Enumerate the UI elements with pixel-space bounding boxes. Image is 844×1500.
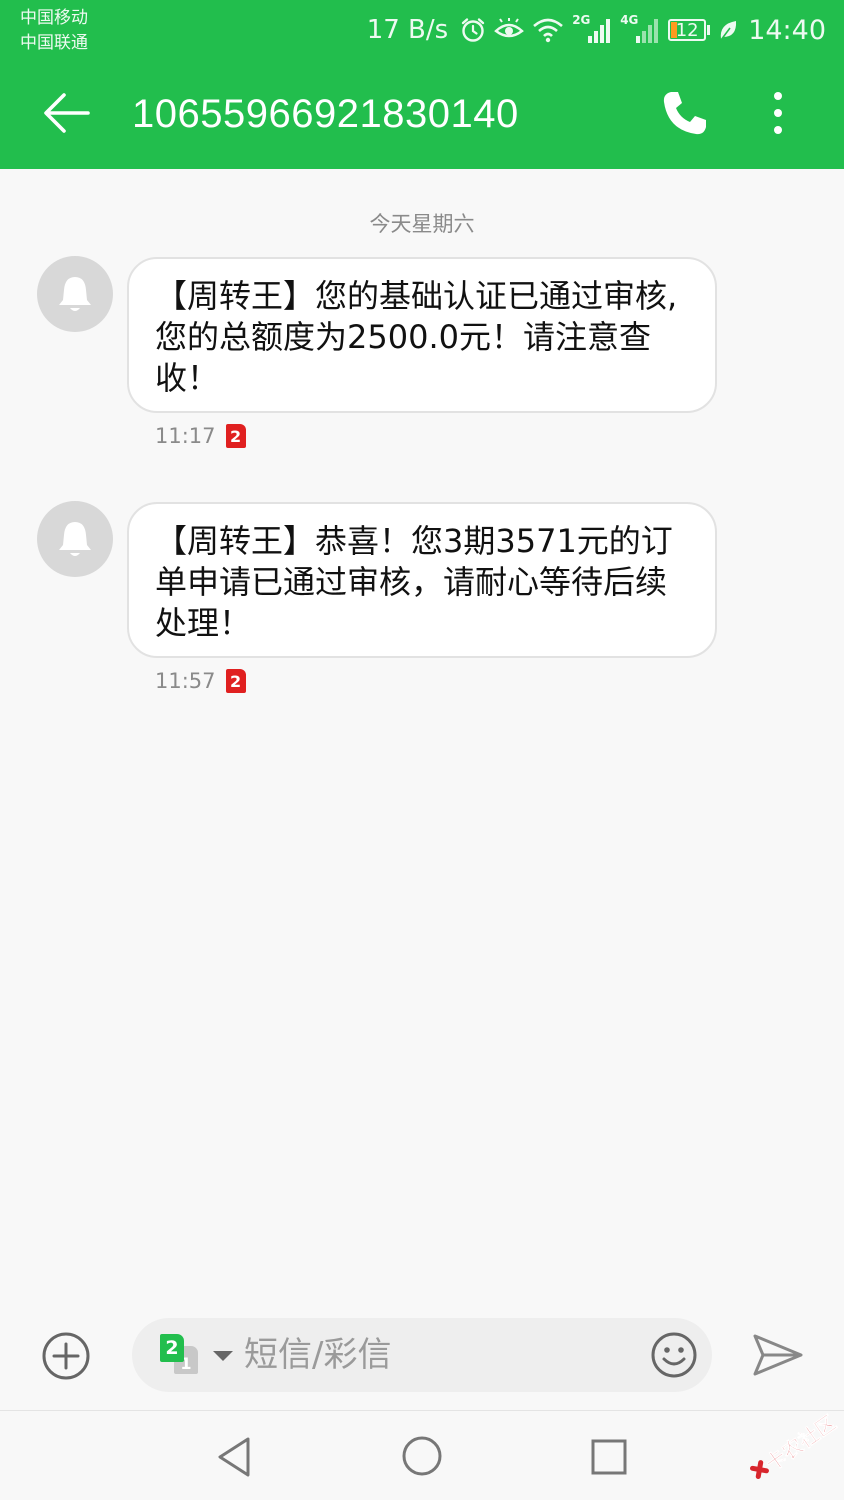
add-icon bbox=[42, 1332, 90, 1380]
status-icons: 17 B/s 2G 4G 12 14:40 bbox=[367, 10, 826, 50]
emoji-icon bbox=[651, 1332, 697, 1378]
sim-2-icon: 2 bbox=[160, 1334, 184, 1362]
message-time: 11:17 bbox=[155, 424, 216, 448]
top-app-bar: 中国移动 中国联通 17 B/s 2G 4G 12 14:40 10655966… bbox=[0, 0, 844, 169]
eye-comfort-icon bbox=[494, 18, 525, 38]
message-bubble[interactable]: 【周转王】您的基础认证已通过审核,您的总额度为2500.0元！请注意查收！ bbox=[127, 257, 717, 413]
date-separator: 今天星期六 bbox=[369, 212, 475, 236]
back-button[interactable] bbox=[40, 88, 92, 138]
more-options-button[interactable] bbox=[760, 88, 796, 138]
network-speed: 17 B/s bbox=[366, 15, 449, 45]
status-time: 14:40 bbox=[748, 14, 826, 46]
signal-4g-icon: 4G bbox=[620, 13, 660, 45]
message-composer: 1 2 bbox=[132, 1318, 712, 1392]
message-bubble[interactable]: 【周转王】恭喜！您3期3571元的订单申请已通过审核，请耐心等待后续处理！ bbox=[127, 502, 717, 658]
nav-back-button[interactable] bbox=[214, 1435, 254, 1479]
nav-recent-button[interactable] bbox=[591, 1439, 627, 1475]
carrier-1: 中国移动 bbox=[20, 8, 88, 28]
wifi-icon bbox=[533, 18, 564, 43]
sim-card-icon: 2 bbox=[225, 669, 246, 693]
send-icon bbox=[753, 1334, 803, 1376]
watermark-logo: 卡农社区 bbox=[740, 1408, 844, 1488]
message-time: 11:57 bbox=[155, 669, 216, 693]
sim-selector[interactable]: 1 2 bbox=[160, 1332, 240, 1378]
sender-avatar[interactable] bbox=[37, 501, 113, 577]
phone-icon bbox=[663, 92, 706, 135]
alarm-icon bbox=[461, 18, 485, 42]
nav-home-button[interactable] bbox=[401, 1435, 443, 1477]
chevron-down-icon bbox=[213, 1351, 233, 1361]
leaf-icon bbox=[720, 21, 737, 41]
message-input[interactable] bbox=[244, 1318, 624, 1392]
bell-icon bbox=[59, 277, 91, 311]
nav-home-icon bbox=[402, 1436, 442, 1476]
nav-back-icon bbox=[218, 1437, 250, 1477]
sender-avatar[interactable] bbox=[37, 256, 113, 332]
message-meta: 11:57 2 bbox=[155, 669, 246, 693]
battery-icon: 12 bbox=[668, 19, 711, 41]
sim-card-icon: 2 bbox=[225, 424, 246, 448]
svg-text:卡农社区: 卡农社区 bbox=[761, 1410, 840, 1476]
call-button[interactable] bbox=[660, 88, 710, 138]
system-nav-bar bbox=[0, 1410, 844, 1500]
carrier-info: 中国移动 中国联通 bbox=[20, 6, 88, 56]
send-button[interactable] bbox=[752, 1332, 804, 1378]
add-attachment-button[interactable] bbox=[40, 1330, 92, 1382]
conversation-title: 10655966921830140 bbox=[132, 92, 519, 136]
nav-recent-icon bbox=[591, 1439, 627, 1475]
back-arrow-icon bbox=[44, 93, 90, 133]
signal-2g-icon: 2G bbox=[572, 13, 612, 45]
message-meta: 11:17 2 bbox=[155, 424, 246, 448]
more-vertical-icon bbox=[774, 92, 782, 134]
bell-icon bbox=[59, 522, 91, 556]
emoji-button[interactable] bbox=[650, 1331, 698, 1379]
battery-level: 12 bbox=[675, 19, 699, 41]
carrier-2: 中国联通 bbox=[20, 33, 88, 53]
